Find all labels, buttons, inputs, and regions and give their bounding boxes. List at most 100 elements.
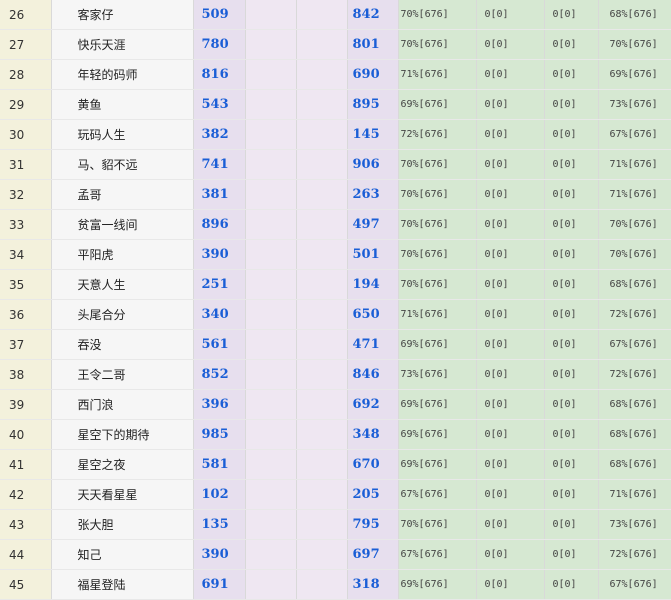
- empty-cell: [245, 359, 297, 390]
- stat-4: 71%[676]: [598, 479, 671, 510]
- stat-4: 71%[676]: [598, 179, 671, 210]
- stat-3: 0[0]: [544, 329, 599, 360]
- stat-4: 67%[676]: [598, 119, 671, 150]
- empty-cell: [296, 209, 348, 240]
- stat-1: 67%[676]: [398, 479, 477, 510]
- score-b: 895: [347, 89, 399, 120]
- stat-3: 0[0]: [544, 569, 599, 600]
- empty-cell: [296, 239, 348, 270]
- stat-2: 0[0]: [476, 59, 545, 90]
- stat-2: 0[0]: [476, 0, 545, 30]
- score-a: 816: [193, 59, 246, 90]
- empty-cell: [245, 239, 297, 270]
- score-a: 340: [193, 299, 246, 330]
- rank-number: 27: [0, 29, 52, 60]
- empty-cell: [296, 479, 348, 510]
- score-a: 741: [193, 149, 246, 180]
- stat-2: 0[0]: [476, 509, 545, 540]
- empty-cell: [245, 119, 297, 150]
- stat-2: 0[0]: [476, 359, 545, 390]
- user-name: 贫富一线间: [51, 209, 194, 240]
- score-b: 795: [347, 509, 399, 540]
- user-name: 玩码人生: [51, 119, 194, 150]
- stat-1: 69%[676]: [398, 329, 477, 360]
- empty-cell: [245, 149, 297, 180]
- user-name: 平阳虎: [51, 239, 194, 270]
- table-row: 39 西门浪 396 692 69%[676] 0[0] 0[0] 68%[676]: [0, 389, 671, 420]
- stat-4: 69%[676]: [598, 59, 671, 90]
- user-name: 福星登陆: [51, 569, 194, 600]
- stat-3: 0[0]: [544, 509, 599, 540]
- score-a: 780: [193, 29, 246, 60]
- ranking-table: 26 客家仔 509 842 70%[676] 0[0] 0[0] 68%[676] 27 快乐天…: [0, 0, 671, 600]
- empty-cell: [245, 209, 297, 240]
- rank-number: 41: [0, 449, 52, 480]
- stat-4: 72%[676]: [598, 359, 671, 390]
- score-b: 906: [347, 149, 399, 180]
- score-b: 497: [347, 209, 399, 240]
- user-name: 张大胆: [51, 509, 194, 540]
- table-row: 44 知己 390 697 67%[676] 0[0] 0[0] 72%[676]: [0, 539, 671, 570]
- table-row: 35 天意人生 251 194 70%[676] 0[0] 0[0] 68%[676]: [0, 269, 671, 300]
- stat-2: 0[0]: [476, 299, 545, 330]
- score-a: 390: [193, 239, 246, 270]
- stat-1: 67%[676]: [398, 539, 477, 570]
- stat-3: 0[0]: [544, 179, 599, 210]
- score-b: 263: [347, 179, 399, 210]
- user-name: 星空之夜: [51, 449, 194, 480]
- rank-number: 28: [0, 59, 52, 90]
- table-row: 34 平阳虎 390 501 70%[676] 0[0] 0[0] 70%[676]: [0, 239, 671, 270]
- stat-4: 70%[676]: [598, 29, 671, 60]
- stat-3: 0[0]: [544, 209, 599, 240]
- empty-cell: [245, 269, 297, 300]
- empty-cell: [296, 179, 348, 210]
- score-b: 690: [347, 59, 399, 90]
- score-a: 561: [193, 329, 246, 360]
- user-name: 星空下的期待: [51, 419, 194, 450]
- stat-1: 73%[676]: [398, 359, 477, 390]
- table-row: 26 客家仔 509 842 70%[676] 0[0] 0[0] 68%[676]: [0, 0, 671, 30]
- score-b: 348: [347, 419, 399, 450]
- empty-cell: [296, 269, 348, 300]
- ranking-rows: 26 客家仔 509 842 70%[676] 0[0] 0[0] 68%[676] 27 快乐天…: [0, 0, 671, 600]
- empty-cell: [296, 29, 348, 60]
- rank-number: 35: [0, 269, 52, 300]
- empty-cell: [296, 59, 348, 90]
- score-a: 396: [193, 389, 246, 420]
- score-a: 381: [193, 179, 246, 210]
- stat-2: 0[0]: [476, 569, 545, 600]
- stat-4: 72%[676]: [598, 299, 671, 330]
- user-name: 天天看星星: [51, 479, 194, 510]
- stat-1: 69%[676]: [398, 569, 477, 600]
- rank-number: 43: [0, 509, 52, 540]
- user-name: 天意人生: [51, 269, 194, 300]
- empty-cell: [296, 89, 348, 120]
- rank-number: 29: [0, 89, 52, 120]
- table-row: 28 年轻的码师 816 690 71%[676] 0[0] 0[0] 69%[676]: [0, 59, 671, 90]
- stat-3: 0[0]: [544, 449, 599, 480]
- stat-2: 0[0]: [476, 329, 545, 360]
- score-b: 846: [347, 359, 399, 390]
- user-name: 马、貂不远: [51, 149, 194, 180]
- table-row: 32 孟哥 381 263 70%[676] 0[0] 0[0] 71%[676]: [0, 179, 671, 210]
- user-name: 知己: [51, 539, 194, 570]
- score-b: 697: [347, 539, 399, 570]
- rank-number: 26: [0, 0, 52, 30]
- score-a: 509: [193, 0, 246, 30]
- stat-4: 68%[676]: [598, 269, 671, 300]
- stat-4: 68%[676]: [598, 449, 671, 480]
- stat-3: 0[0]: [544, 89, 599, 120]
- table-row: 27 快乐天涯 780 801 70%[676] 0[0] 0[0] 70%[676]: [0, 29, 671, 60]
- stat-2: 0[0]: [476, 209, 545, 240]
- stat-1: 69%[676]: [398, 389, 477, 420]
- rank-number: 45: [0, 569, 52, 600]
- table-row: 38 王令二哥 852 846 73%[676] 0[0] 0[0] 72%[676]: [0, 359, 671, 390]
- stat-2: 0[0]: [476, 119, 545, 150]
- user-name: 客家仔: [51, 0, 194, 30]
- table-row: 29 黄鱼 543 895 69%[676] 0[0] 0[0] 73%[676]: [0, 89, 671, 120]
- empty-cell: [245, 59, 297, 90]
- user-name: 吞没: [51, 329, 194, 360]
- score-b: 318: [347, 569, 399, 600]
- stat-2: 0[0]: [476, 269, 545, 300]
- stat-4: 73%[676]: [598, 89, 671, 120]
